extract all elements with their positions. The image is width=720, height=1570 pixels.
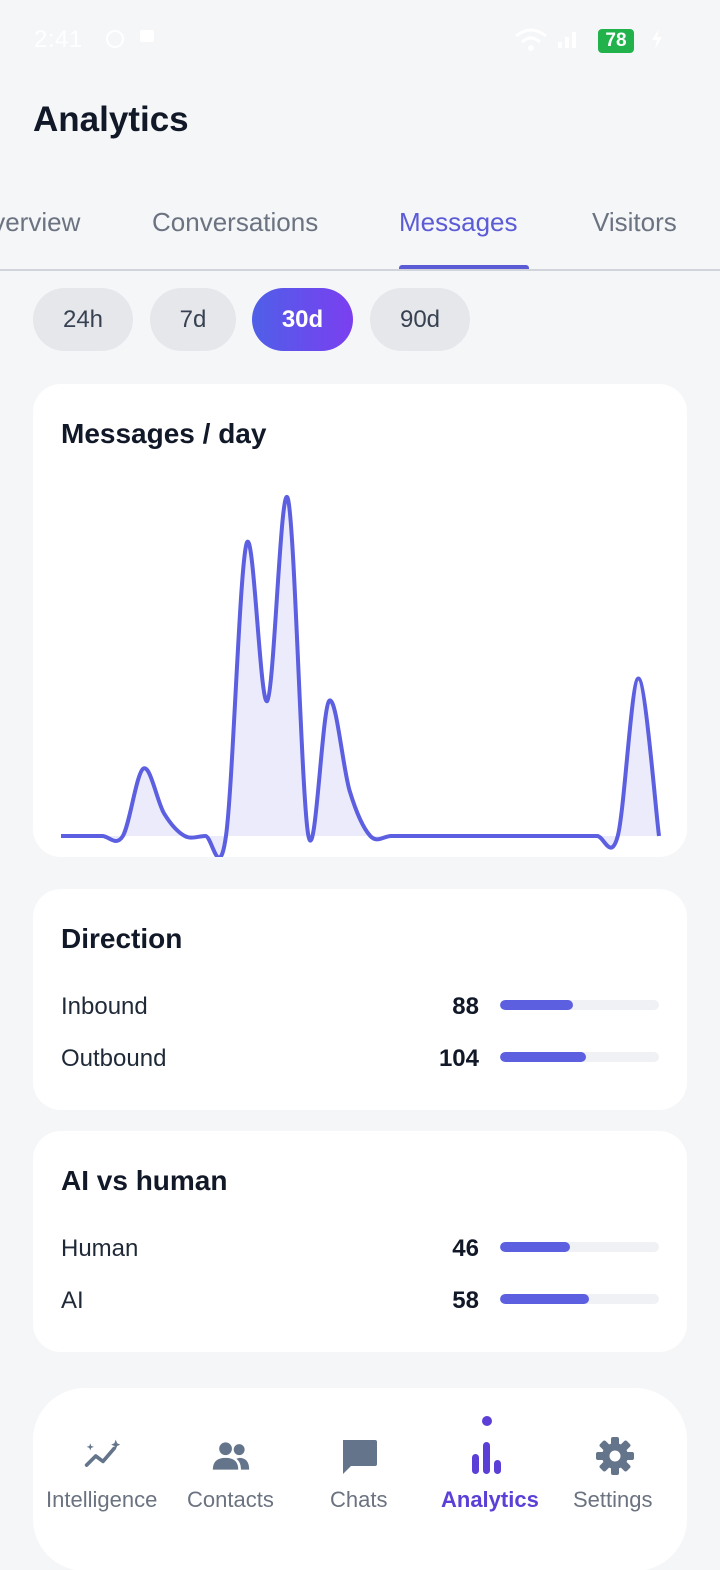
chart-area-fill bbox=[61, 496, 659, 857]
sparkle-trend-icon bbox=[83, 1436, 123, 1476]
range-chip-7d[interactable]: 7d bbox=[150, 288, 236, 351]
active-nav-dot bbox=[482, 1416, 492, 1426]
bottom-nav: Intelligence Contacts Chats Analytics Se… bbox=[33, 1388, 687, 1570]
nav-analytics[interactable]: Analytics bbox=[427, 1388, 551, 1570]
messages-per-day-card: Messages / day bbox=[33, 384, 687, 857]
charging-icon bbox=[650, 28, 664, 55]
battery-indicator: 78 bbox=[598, 29, 634, 53]
signal-icon bbox=[556, 28, 580, 55]
range-chip-90d[interactable]: 90d bbox=[370, 288, 470, 351]
human-bar-fill bbox=[500, 1242, 570, 1252]
nav-label-analytics: Analytics bbox=[441, 1487, 539, 1512]
nav-label-contacts: Contacts bbox=[187, 1487, 274, 1512]
messages-chart bbox=[61, 494, 661, 857]
bar-chart-icon bbox=[467, 1436, 507, 1476]
page-title: Analytics bbox=[33, 100, 189, 139]
human-label: Human bbox=[61, 1235, 139, 1262]
nav-chats[interactable]: Chats bbox=[291, 1388, 427, 1570]
ai-label: AI bbox=[61, 1287, 84, 1314]
people-icon bbox=[211, 1436, 251, 1476]
gear-icon bbox=[595, 1436, 635, 1476]
status-time: 2:41 bbox=[34, 26, 83, 53]
inbound-value: 88 bbox=[452, 993, 479, 1020]
outbound-value: 104 bbox=[438, 1045, 479, 1072]
direction-card: Direction Inbound 88 Outbound 104 bbox=[33, 889, 687, 1110]
outbound-bar bbox=[500, 1052, 659, 1062]
nav-contacts[interactable]: Contacts bbox=[173, 1388, 291, 1570]
status-bar: 2:41 78 bbox=[0, 0, 720, 84]
range-chip-24h[interactable]: 24h bbox=[33, 288, 133, 351]
ai-vs-human-title: AI vs human bbox=[61, 1165, 228, 1196]
inbound-bar-fill bbox=[500, 1000, 574, 1010]
ai-value: 58 bbox=[452, 1287, 479, 1314]
active-tab-indicator bbox=[399, 265, 529, 269]
tab-messages[interactable]: Messages bbox=[399, 207, 518, 238]
human-value: 46 bbox=[452, 1235, 479, 1262]
message-notification-icon bbox=[138, 28, 156, 51]
nav-settings[interactable]: Settings bbox=[551, 1388, 687, 1570]
range-chip-30d[interactable]: 30d bbox=[252, 288, 353, 351]
nav-label-intelligence: Intelligence bbox=[46, 1487, 158, 1512]
wifi-icon bbox=[514, 28, 548, 57]
inbound-label: Inbound bbox=[61, 993, 148, 1020]
nav-label-settings: Settings bbox=[573, 1487, 653, 1512]
nav-label-chats: Chats bbox=[330, 1487, 388, 1512]
ai-bar-fill bbox=[500, 1294, 590, 1304]
nav-intelligence[interactable]: Intelligence bbox=[33, 1388, 173, 1570]
outbound-bar-fill bbox=[500, 1052, 586, 1062]
tab-overview[interactable]: Overview bbox=[0, 207, 80, 238]
direction-title: Direction bbox=[61, 923, 183, 954]
human-bar bbox=[500, 1242, 659, 1252]
whatsapp-notification-icon bbox=[104, 28, 126, 55]
ai-vs-human-card: AI vs human Human 46 AI 58 bbox=[33, 1131, 687, 1352]
tab-conversations[interactable]: Conversations bbox=[152, 207, 318, 238]
ai-bar bbox=[500, 1294, 659, 1304]
outbound-label: Outbound bbox=[61, 1045, 167, 1072]
tab-visitors[interactable]: Visitors bbox=[592, 207, 677, 238]
chat-bubble-icon bbox=[339, 1436, 379, 1476]
inbound-bar bbox=[500, 1000, 659, 1010]
tab-bar: Overview Conversations Messages Visitors bbox=[0, 185, 720, 271]
